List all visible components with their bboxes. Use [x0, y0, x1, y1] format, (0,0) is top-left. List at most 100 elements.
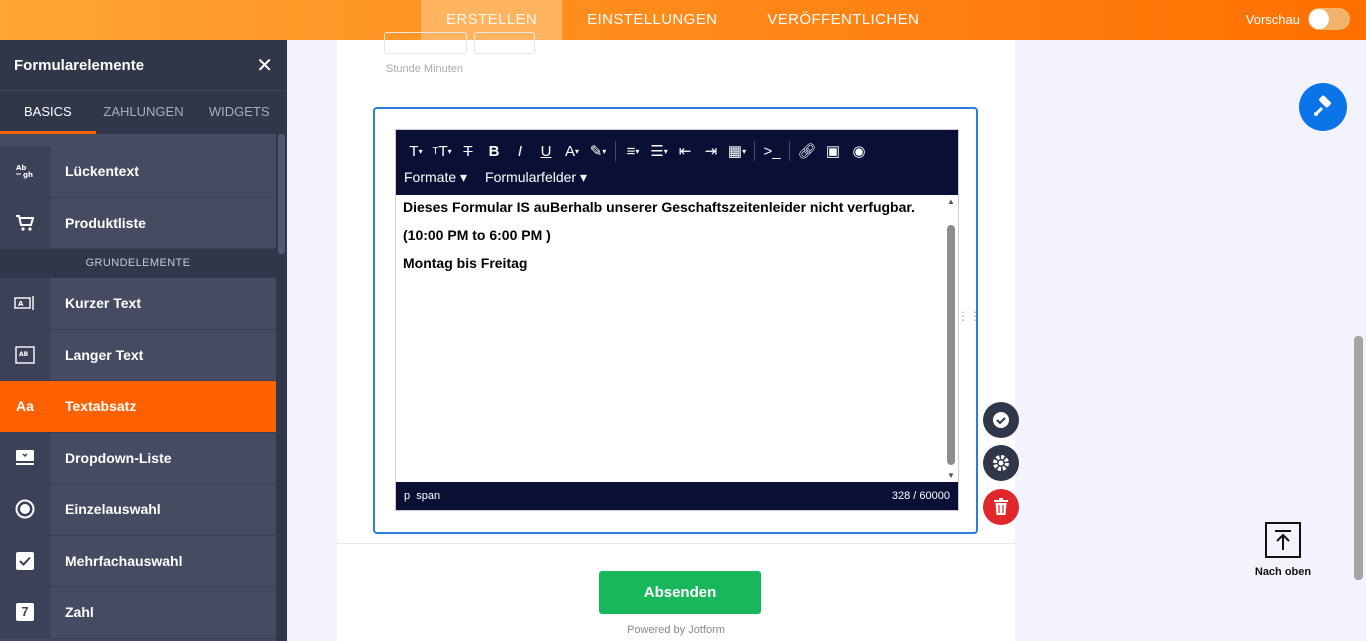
delete-action-button[interactable] — [983, 489, 1019, 525]
content-line: Dieses Formular IS auBerhalb unserer Ges… — [403, 199, 915, 215]
tab-zahlungen[interactable]: ZAHLUNGEN — [96, 91, 192, 134]
designer-fab-button[interactable] — [1299, 83, 1347, 131]
outdent-icon[interactable]: ⇤ — [673, 139, 697, 163]
link-icon[interactable]: 🔗︎ — [795, 139, 819, 163]
sidebar-item-label: Einzelauswahl — [65, 501, 161, 518]
drag-handle-icon[interactable]: ⋮⋮ — [957, 310, 981, 322]
page-scroll-thumb[interactable] — [1354, 336, 1363, 580]
scroll-down-icon[interactable]: ▼ — [947, 471, 955, 480]
hour-input[interactable] — [384, 32, 467, 54]
sidebar-item-langer-text[interactable]: AB Langer Text — [0, 329, 276, 381]
trash-icon — [994, 498, 1008, 515]
selected-paragraph-field[interactable]: T ▾ T T ▾ T B I U A ▾ ✎ ▾ ≡ ▾ ☰ ▾ ⇤ ⇥ ▦ ▾ >_ — [373, 107, 981, 534]
long-text-icon: AB — [0, 329, 50, 380]
number-icon: 7 — [0, 587, 50, 638]
arrow-up-icon — [1265, 522, 1301, 558]
powered-by[interactable]: Powered by Jotform — [337, 624, 1015, 636]
editor-scrollbar[interactable]: ▲ ▼ — [944, 195, 958, 482]
sidebar-scroll-thumb[interactable] — [278, 134, 285, 254]
bold-icon[interactable]: B — [482, 139, 506, 163]
highlight-icon[interactable]: ✎ ▾ — [586, 139, 610, 163]
element-path: p span — [404, 490, 441, 502]
submit-button[interactable]: Absenden — [599, 571, 761, 614]
tab-veroeffentlichen[interactable]: VERÖFFENTLICHEN — [742, 0, 944, 40]
check-icon — [993, 412, 1009, 428]
preview-eye-icon[interactable]: ◉ — [847, 139, 871, 163]
italic-icon[interactable]: I — [508, 139, 532, 163]
content-line: (10:00 PM to 6:00 PM ) — [403, 227, 551, 243]
time-sublabel: Stunde Minuten — [386, 63, 464, 75]
sidebar-item-produktliste[interactable]: Produktliste — [0, 197, 276, 249]
tab-widgets[interactable]: WIDGETS — [191, 91, 287, 134]
svg-text:AB: AB — [19, 351, 29, 358]
scroll-up-icon[interactable]: ▲ — [947, 197, 955, 206]
check-action-button[interactable] — [983, 402, 1019, 438]
to-top-label: Nach oben — [1254, 566, 1312, 578]
preview-control: Vorschau — [1246, 8, 1350, 30]
svg-text:gh: gh — [23, 171, 33, 179]
sidebar-title: Formularelemente — [14, 56, 145, 74]
table-icon[interactable]: ▦ ▾ — [725, 139, 749, 163]
sidebar-item-label: Langer Text — [65, 346, 144, 363]
sidebar-item-kurzer-text[interactable]: A Kurzer Text — [0, 278, 276, 330]
form-fields-label: Formularfelder — [485, 168, 577, 185]
sidebar-item-label: Dropdown-Liste — [65, 449, 172, 466]
sidebar-item-label: Textabsatz — [65, 398, 137, 415]
sidebar-item-textabsatz[interactable]: Aa Textabsatz — [0, 381, 276, 433]
toolbar-separator — [789, 141, 790, 161]
font-family-icon[interactable]: T ▾ — [404, 139, 428, 163]
paint-roller-icon — [1314, 95, 1331, 116]
editor-scroll-thumb[interactable] — [947, 225, 955, 465]
gear-icon — [993, 455, 1009, 471]
toolbar-separator — [754, 141, 755, 161]
indent-icon[interactable]: ⇥ — [699, 139, 723, 163]
sidebar-scrollbar[interactable] — [276, 134, 287, 641]
editor-toolbar: T ▾ T T ▾ T B I U A ▾ ✎ ▾ ≡ ▾ ☰ ▾ ⇤ ⇥ ▦ ▾ >_ — [396, 130, 958, 195]
sidebar-item-einzelauswahl[interactable]: Einzelauswahl — [0, 484, 276, 536]
font-size-icon[interactable]: T T ▾ — [430, 139, 454, 163]
form-canvas: Stunde Minuten T ▾ T T ▾ T B I U A ▾ ✎ ▾ ≡ ▾ ☰… — [337, 32, 1019, 641]
text-color-icon[interactable]: A ▾ — [560, 139, 584, 163]
dropdown-icon — [0, 432, 50, 483]
tab-basics[interactable]: BASICS — [0, 91, 96, 134]
bullet-list-icon[interactable]: ☰ ▾ — [647, 139, 671, 163]
divider — [337, 543, 1015, 544]
section-grundelemente: GRUNDELEMENTE — [0, 249, 276, 278]
settings-action-button[interactable] — [983, 445, 1019, 481]
tab-einstellungen[interactable]: EINSTELLUNGEN — [562, 0, 742, 40]
char-count: 328 / 60000 — [891, 490, 950, 502]
svg-text:A: A — [18, 300, 24, 308]
sidebar-item-label: Lückentext — [65, 163, 139, 180]
sidebar-item-label: Produktliste — [65, 214, 146, 231]
sidebar-tabs: BASICS ZAHLUNGEN WIDGETS — [0, 90, 287, 134]
code-icon[interactable]: >_ — [760, 139, 784, 163]
clear-format-icon[interactable]: T — [456, 139, 480, 163]
checkbox-icon — [0, 535, 50, 586]
short-text-icon: A — [0, 278, 50, 329]
page-scrollbar[interactable] — [1353, 40, 1366, 641]
toolbar-separator — [615, 141, 616, 161]
rich-text-editor: T ▾ T T ▾ T B I U A ▾ ✎ ▾ ≡ ▾ ☰ ▾ ⇤ ⇥ ▦ ▾ >_ — [395, 129, 959, 511]
sidebar-item-mehrfachauswahl[interactable]: Mehrfachauswahl — [0, 535, 276, 587]
content-line: Montag bis Freitag — [403, 255, 528, 271]
formats-menu[interactable]: Formate ▾ — [404, 169, 467, 186]
sidebar-element-list: Ab gh Lückentext Produktliste GRUNDELEMEN… — [0, 146, 276, 639]
scroll-to-top-button[interactable]: Nach oben — [1252, 522, 1314, 578]
number-glyph: 7 — [16, 603, 34, 622]
sidebar-item-zahl[interactable]: 7 Zahl — [0, 587, 276, 639]
underline-icon[interactable]: U — [534, 139, 558, 163]
image-icon[interactable]: ▣ — [821, 139, 845, 163]
editor-content[interactable]: Dieses Formular IS auBerhalb unserer Ges… — [396, 195, 944, 482]
minute-input[interactable] — [474, 32, 535, 54]
sidebar-item-dropdown[interactable]: Dropdown-Liste — [0, 432, 276, 484]
sidebar-item-label: Kurzer Text — [65, 295, 141, 312]
sidebar-item-lueckentext[interactable]: Ab gh Lückentext — [0, 146, 276, 198]
close-icon[interactable]: ✕ — [256, 53, 273, 78]
preview-label: Vorschau — [1245, 11, 1300, 27]
form-elements-sidebar: Formularelemente ✕ BASICS ZAHLUNGEN WIDG… — [0, 40, 287, 641]
align-icon[interactable]: ≡ ▾ — [621, 139, 645, 163]
preview-toggle[interactable] — [1308, 8, 1350, 30]
radio-icon — [0, 484, 50, 535]
form-fields-menu[interactable]: Formularfelder ▾ — [485, 169, 587, 186]
fill-in-blank-icon: Ab gh — [0, 146, 50, 197]
